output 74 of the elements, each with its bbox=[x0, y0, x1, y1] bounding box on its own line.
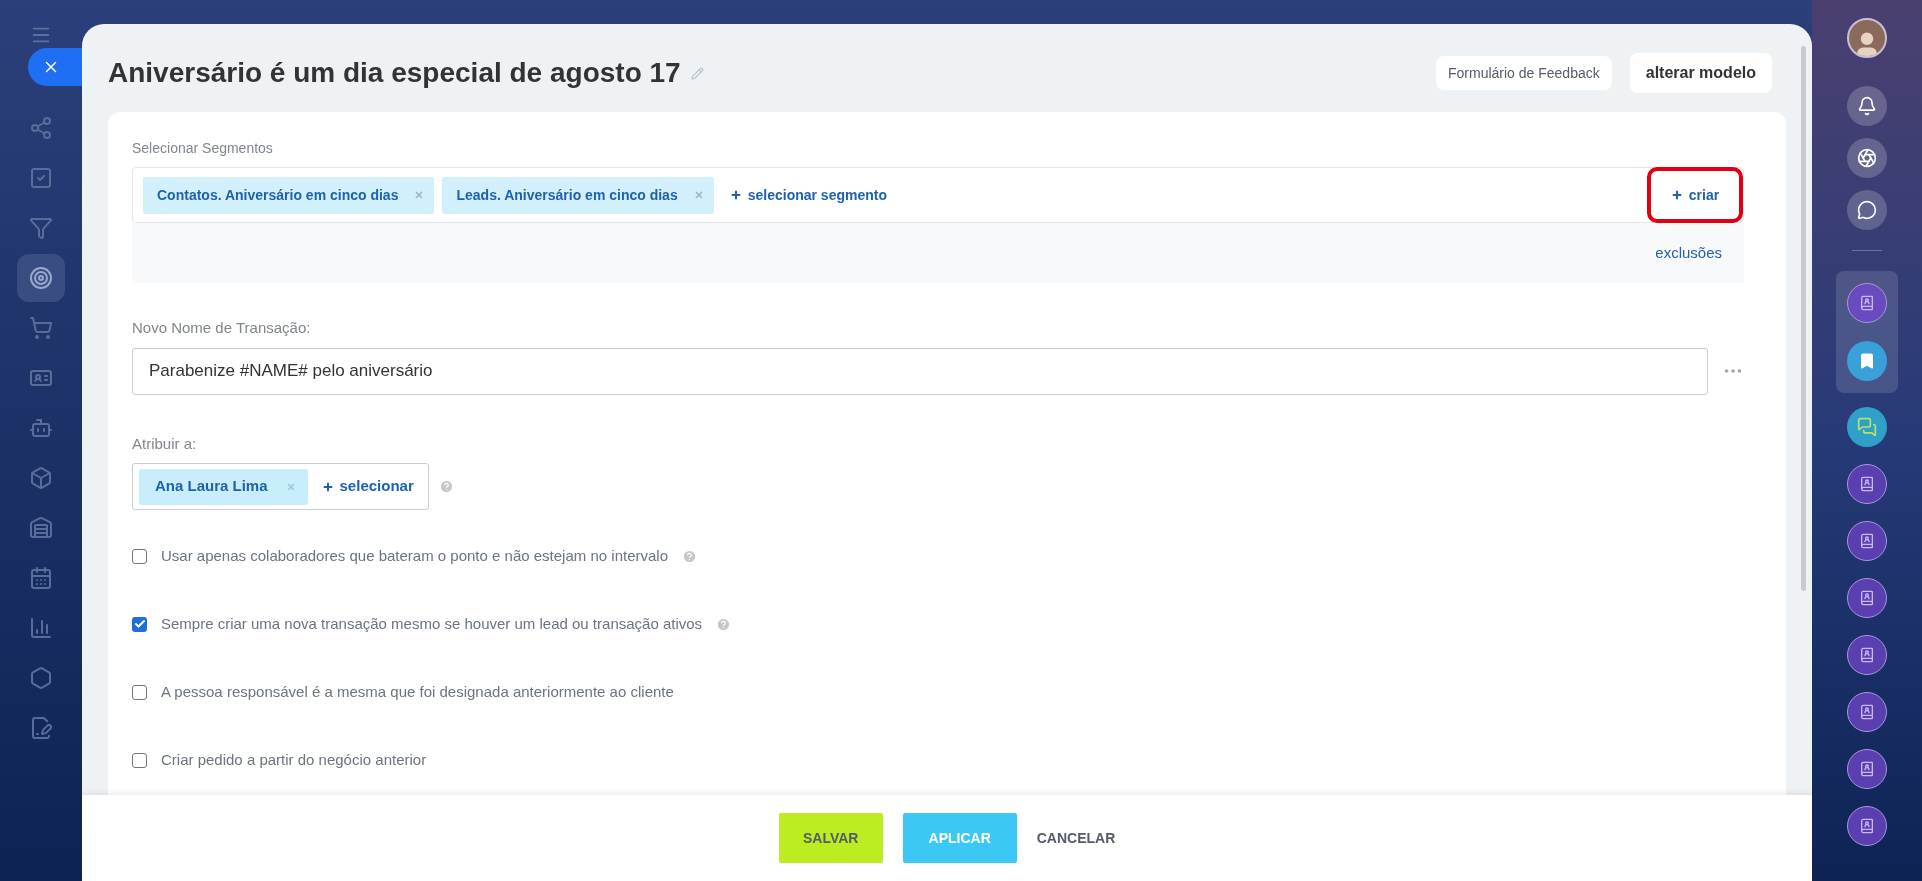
transaction-name-field[interactable]: Parabenize #NAME# pelo aniversário bbox=[132, 347, 1708, 395]
contact-book-icon bbox=[1859, 818, 1875, 834]
messages-icon bbox=[1857, 417, 1877, 437]
help-icon[interactable] bbox=[716, 616, 732, 632]
contact-button[interactable] bbox=[1847, 578, 1887, 618]
network-icon bbox=[29, 116, 53, 140]
contact-button[interactable] bbox=[1847, 521, 1887, 561]
bell-icon bbox=[1857, 96, 1877, 116]
feedback-button[interactable]: Formulário de Feedback bbox=[1436, 56, 1612, 90]
transaction-name-label: Novo Nome de Transação: bbox=[132, 318, 312, 338]
assignee-field[interactable]: Ana Laura Lima selecionar bbox=[132, 463, 429, 510]
remove-icon[interactable] bbox=[414, 190, 425, 200]
page-title: Aniversário é um dia especial de agosto 17 bbox=[108, 56, 681, 90]
chat-icon bbox=[1857, 200, 1877, 220]
save-button[interactable]: SALVAR bbox=[778, 813, 883, 863]
contact-book-icon bbox=[1859, 590, 1875, 606]
checkbox[interactable] bbox=[132, 548, 147, 564]
option-label: Criar pedido a partir do negócio anterior bbox=[161, 749, 427, 770]
segments-label: Selecionar Segmentos bbox=[132, 139, 274, 158]
checkbox[interactable] bbox=[132, 684, 147, 700]
option-label: Sempre criar uma nova transação mesmo se houver um lead ou transação ativos bbox=[161, 613, 703, 634]
select-link[interactable]: selecionar bbox=[321, 475, 422, 498]
remove-icon[interactable] bbox=[693, 190, 704, 200]
contact-book-icon bbox=[1859, 647, 1875, 663]
plus-icon bbox=[321, 480, 334, 493]
exclusions-link[interactable]: exclusões bbox=[1655, 241, 1722, 265]
contact-book-icon bbox=[1859, 761, 1875, 777]
segment-name: Leads. Aniversário em cinco dias bbox=[456, 185, 678, 205]
contact-button[interactable] bbox=[1847, 464, 1887, 504]
scrollbar[interactable] bbox=[1801, 46, 1806, 591]
option-label: Usar apenas colaboradores que bateram o ponto e não estejam no intervalo bbox=[161, 545, 668, 566]
calendar-icon bbox=[29, 566, 53, 590]
garage-icon bbox=[29, 516, 53, 540]
plus-icon bbox=[729, 189, 742, 201]
contact-book-icon bbox=[1859, 704, 1875, 720]
hexagon-icon bbox=[29, 666, 53, 690]
option-label: A pessoa responsável é a mesma que foi designada anteriormente ao cliente bbox=[161, 681, 674, 702]
bar-chart-icon bbox=[29, 616, 53, 640]
plus-icon bbox=[1670, 189, 1683, 201]
pencil-icon[interactable] bbox=[690, 66, 704, 80]
contact-button[interactable] bbox=[1847, 806, 1887, 846]
robot-icon bbox=[29, 416, 53, 440]
box-icon bbox=[29, 466, 53, 490]
contact-book-icon bbox=[1859, 295, 1875, 311]
nav-item[interactable] bbox=[17, 254, 65, 302]
check-icon bbox=[133, 618, 146, 630]
cart-icon bbox=[29, 316, 53, 340]
contact-button[interactable] bbox=[1847, 635, 1887, 675]
checkbox[interactable] bbox=[132, 616, 147, 632]
target-icon bbox=[29, 266, 53, 290]
contact-button[interactable] bbox=[1847, 283, 1887, 323]
checkbox[interactable] bbox=[132, 752, 147, 768]
document-icon bbox=[29, 716, 53, 740]
cancel-button[interactable]: CANCELAR bbox=[1036, 813, 1116, 863]
assignee-name: Ana Laura Lima bbox=[155, 476, 268, 497]
funnel-icon bbox=[29, 216, 53, 240]
help-icon[interactable] bbox=[438, 479, 454, 494]
messages-button[interactable] bbox=[1847, 407, 1887, 447]
bookmark-icon bbox=[1858, 352, 1876, 370]
contact-book-icon bbox=[1859, 533, 1875, 549]
notifications-button[interactable] bbox=[1847, 86, 1887, 126]
chat-button[interactable] bbox=[1847, 190, 1887, 230]
aperture-icon bbox=[1857, 148, 1877, 168]
contact-button[interactable] bbox=[1847, 692, 1887, 732]
assign-label: Atribuir a: bbox=[132, 433, 198, 454]
checkbox-icon bbox=[29, 166, 53, 190]
select-segment-link[interactable]: selecionar segmento bbox=[729, 184, 887, 206]
avatar[interactable] bbox=[1847, 18, 1887, 58]
help-icon[interactable] bbox=[682, 548, 697, 564]
contact-book-icon bbox=[1859, 476, 1875, 492]
change-template-button[interactable]: alterar modelo bbox=[1629, 53, 1772, 93]
bookmark-button[interactable] bbox=[1847, 341, 1887, 381]
contact-button[interactable] bbox=[1847, 749, 1887, 789]
segment-name: Contatos. Aniversário em cinco dias bbox=[157, 185, 399, 205]
